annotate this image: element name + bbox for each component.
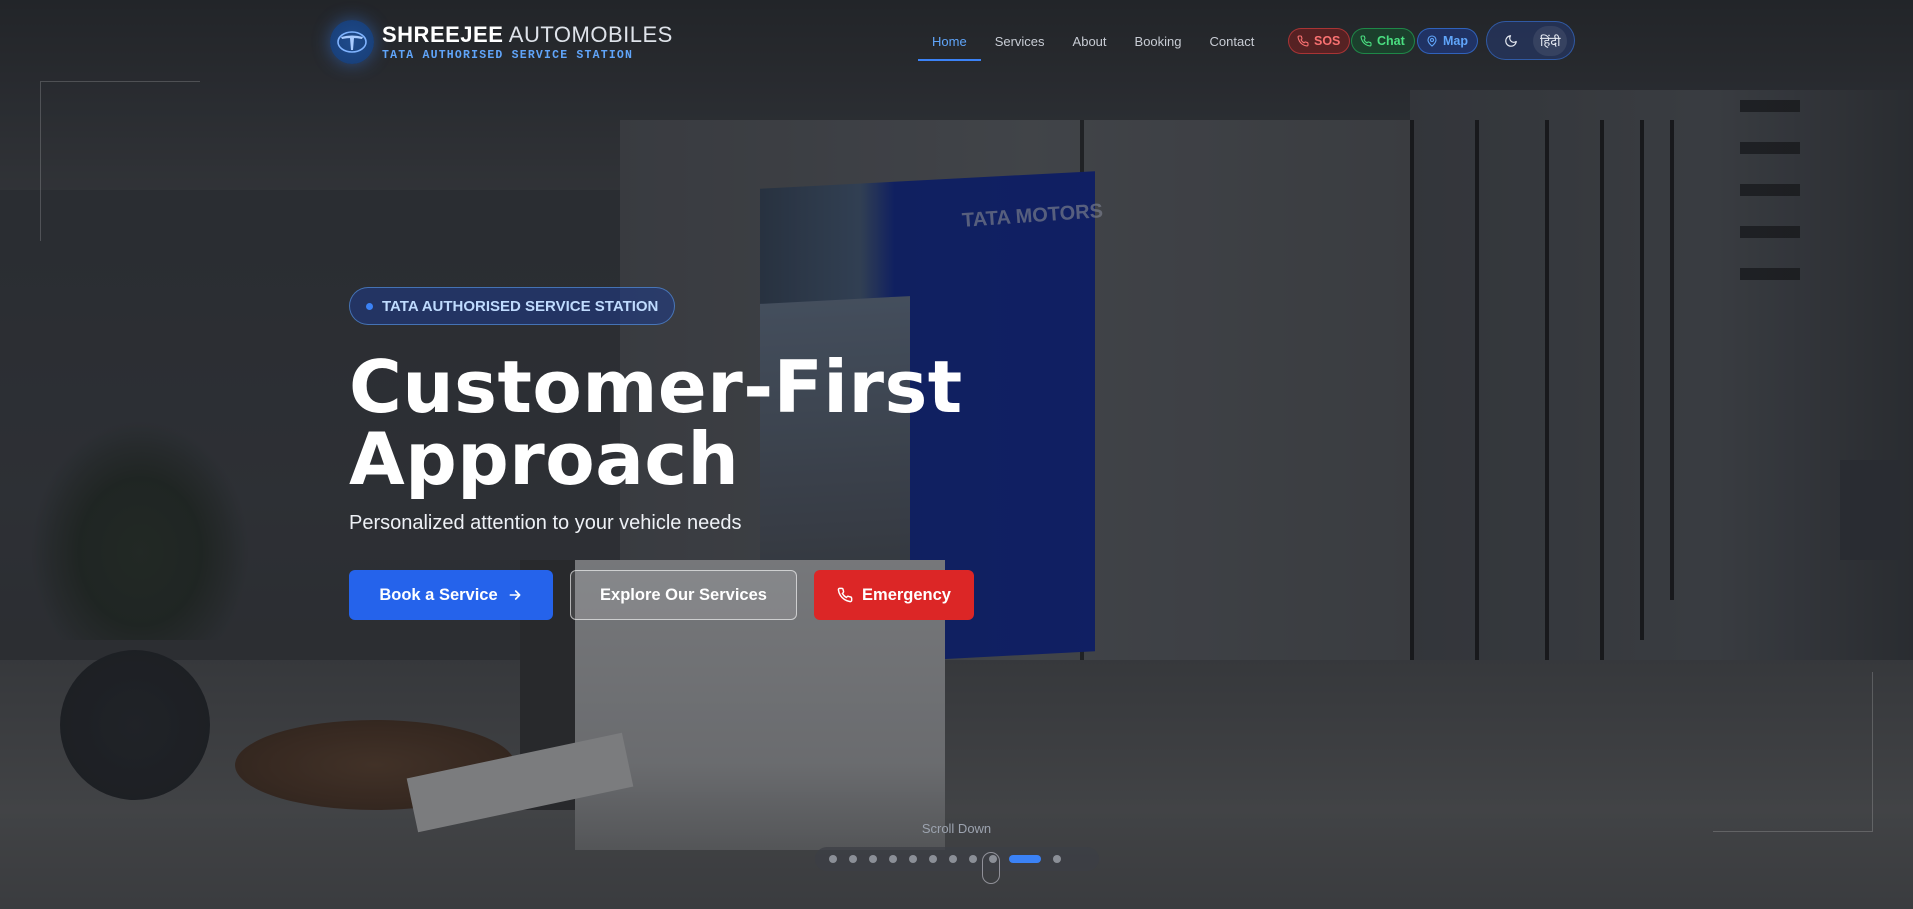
whatsapp-icon bbox=[1360, 35, 1372, 47]
scroll-mouse-icon[interactable] bbox=[982, 852, 1000, 884]
site-header: SHREEJEE AUTOMOBILES TATA AUTHORISED SER… bbox=[0, 0, 1913, 84]
brand-logo-link[interactable]: SHREEJEE AUTOMOBILES TATA AUTHORISED SER… bbox=[330, 20, 673, 64]
phone-icon bbox=[1297, 35, 1309, 47]
explore-services-button[interactable]: Explore Our Services bbox=[570, 570, 797, 620]
hero-cta-group: Book a Service Explore Our Services Emer… bbox=[349, 570, 1049, 620]
hero-title-line2: Approach bbox=[349, 417, 740, 501]
settings-toggle-group: हिंदी bbox=[1486, 21, 1575, 60]
phone-icon bbox=[837, 587, 853, 603]
language-toggle-button[interactable]: हिंदी bbox=[1533, 25, 1568, 56]
nav-item-home[interactable]: Home bbox=[918, 27, 981, 61]
chat-label: Chat bbox=[1377, 34, 1405, 48]
slide-pagination bbox=[815, 847, 1099, 871]
slide-dot[interactable] bbox=[829, 855, 837, 863]
nav-item-services[interactable]: Services bbox=[981, 27, 1059, 61]
hero-section: TATA AUTHORISED SERVICE STATION Customer… bbox=[349, 287, 1049, 620]
emergency-button[interactable]: Emergency bbox=[814, 570, 974, 620]
hero-subtitle: Personalized attention to your vehicle n… bbox=[349, 512, 742, 534]
scroll-down-label: Scroll Down bbox=[921, 821, 992, 836]
sos-button[interactable]: SOS bbox=[1288, 28, 1351, 54]
nav-item-booking[interactable]: Booking bbox=[1121, 27, 1196, 61]
slide-dot[interactable] bbox=[969, 855, 977, 863]
slide-dot[interactable] bbox=[869, 855, 877, 863]
hero-badge-label: TATA AUTHORISED SERVICE STATION bbox=[382, 297, 659, 315]
main-nav: Home Services About Booking Contact bbox=[918, 27, 1268, 61]
hero-title: Customer-First Approach bbox=[349, 351, 1049, 495]
map-pin-icon bbox=[1427, 35, 1437, 47]
map-button[interactable]: Map bbox=[1417, 28, 1478, 54]
tata-logo-icon bbox=[330, 20, 374, 64]
sos-label: SOS bbox=[1314, 34, 1341, 48]
brand-name-bold: SHREEJEE bbox=[382, 21, 504, 47]
slide-dot[interactable] bbox=[949, 855, 957, 863]
book-service-button[interactable]: Book a Service bbox=[349, 570, 553, 620]
nav-item-about[interactable]: About bbox=[1059, 27, 1121, 61]
theme-toggle-button[interactable] bbox=[1494, 26, 1528, 56]
arrow-right-icon bbox=[509, 590, 521, 600]
badge-dot-icon bbox=[366, 302, 373, 310]
hero-badge: TATA AUTHORISED SERVICE STATION bbox=[349, 287, 676, 325]
explore-services-label: Explore Our Services bbox=[600, 585, 767, 604]
slide-dot[interactable] bbox=[1009, 855, 1041, 863]
corner-decoration bbox=[40, 81, 200, 241]
book-service-label: Book a Service bbox=[379, 585, 498, 604]
corner-decoration bbox=[1713, 672, 1873, 832]
slide-dot[interactable] bbox=[929, 855, 937, 863]
emergency-label: Emergency bbox=[862, 585, 951, 604]
slide-dot[interactable] bbox=[849, 855, 857, 863]
map-label: Map bbox=[1443, 34, 1468, 48]
nav-item-contact[interactable]: Contact bbox=[1196, 27, 1269, 61]
chat-button[interactable]: Chat bbox=[1351, 28, 1415, 54]
slide-dot[interactable] bbox=[909, 855, 917, 863]
slide-dot[interactable] bbox=[1053, 855, 1061, 863]
brand-name-light: AUTOMOBILES bbox=[508, 21, 673, 47]
moon-icon bbox=[1504, 34, 1517, 47]
slide-dot[interactable] bbox=[889, 855, 897, 863]
brand-tagline: TATA AUTHORISED SERVICE STATION bbox=[382, 48, 634, 62]
